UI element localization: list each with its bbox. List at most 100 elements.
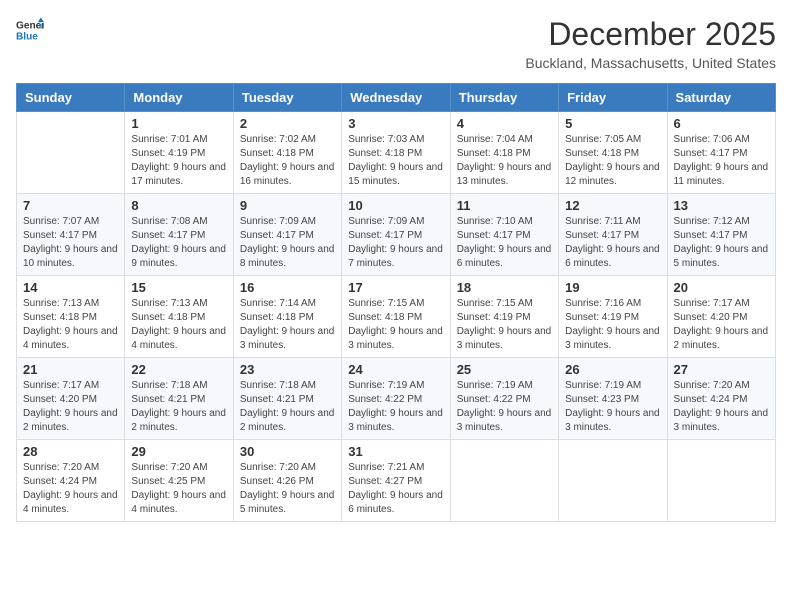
day-number: 19 [565,280,660,295]
day-number: 11 [457,198,552,213]
day-info: Sunrise: 7:09 AMSunset: 4:17 PMDaylight:… [240,215,335,271]
day-number: 17 [348,280,443,295]
day-number: 7 [23,198,118,213]
table-row: 14 Sunrise: 7:13 AMSunset: 4:18 PMDaylig… [17,276,125,358]
day-number: 28 [23,444,118,459]
day-info: Sunrise: 7:20 AMSunset: 4:25 PMDaylight:… [131,461,226,517]
day-number: 15 [131,280,226,295]
day-number: 20 [674,280,769,295]
table-row: 16 Sunrise: 7:14 AMSunset: 4:18 PMDaylig… [233,276,341,358]
day-number: 8 [131,198,226,213]
col-monday: Monday [125,84,233,112]
day-number: 4 [457,116,552,131]
day-number: 18 [457,280,552,295]
day-info: Sunrise: 7:17 AMSunset: 4:20 PMDaylight:… [23,379,118,435]
table-row: 30 Sunrise: 7:20 AMSunset: 4:26 PMDaylig… [233,440,341,522]
table-row: 21 Sunrise: 7:17 AMSunset: 4:20 PMDaylig… [17,358,125,440]
day-info: Sunrise: 7:15 AMSunset: 4:19 PMDaylight:… [457,297,552,353]
day-number: 3 [348,116,443,131]
col-thursday: Thursday [450,84,558,112]
table-row: 27 Sunrise: 7:20 AMSunset: 4:24 PMDaylig… [667,358,775,440]
table-row: 5 Sunrise: 7:05 AMSunset: 4:18 PMDayligh… [559,112,667,194]
calendar-week-row: 1 Sunrise: 7:01 AMSunset: 4:19 PMDayligh… [17,112,776,194]
day-number: 2 [240,116,335,131]
day-number: 25 [457,362,552,377]
day-number: 6 [674,116,769,131]
svg-text:Blue: Blue [16,31,38,42]
col-sunday: Sunday [17,84,125,112]
day-info: Sunrise: 7:08 AMSunset: 4:17 PMDaylight:… [131,215,226,271]
col-saturday: Saturday [667,84,775,112]
table-row: 31 Sunrise: 7:21 AMSunset: 4:27 PMDaylig… [342,440,450,522]
day-number: 10 [348,198,443,213]
day-info: Sunrise: 7:16 AMSunset: 4:19 PMDaylight:… [565,297,660,353]
logo: General Blue [16,16,44,44]
table-row: 1 Sunrise: 7:01 AMSunset: 4:19 PMDayligh… [125,112,233,194]
day-info: Sunrise: 7:19 AMSunset: 4:23 PMDaylight:… [565,379,660,435]
table-row: 20 Sunrise: 7:17 AMSunset: 4:20 PMDaylig… [667,276,775,358]
day-info: Sunrise: 7:20 AMSunset: 4:24 PMDaylight:… [674,379,769,435]
day-info: Sunrise: 7:19 AMSunset: 4:22 PMDaylight:… [348,379,443,435]
day-info: Sunrise: 7:13 AMSunset: 4:18 PMDaylight:… [131,297,226,353]
day-info: Sunrise: 7:20 AMSunset: 4:26 PMDaylight:… [240,461,335,517]
table-row: 10 Sunrise: 7:09 AMSunset: 4:17 PMDaylig… [342,194,450,276]
day-number: 24 [348,362,443,377]
table-row: 24 Sunrise: 7:19 AMSunset: 4:22 PMDaylig… [342,358,450,440]
day-number: 16 [240,280,335,295]
day-number: 31 [348,444,443,459]
table-row: 13 Sunrise: 7:12 AMSunset: 4:17 PMDaylig… [667,194,775,276]
day-number: 30 [240,444,335,459]
table-row: 23 Sunrise: 7:18 AMSunset: 4:21 PMDaylig… [233,358,341,440]
day-info: Sunrise: 7:03 AMSunset: 4:18 PMDaylight:… [348,133,443,189]
table-row: 12 Sunrise: 7:11 AMSunset: 4:17 PMDaylig… [559,194,667,276]
day-number: 1 [131,116,226,131]
calendar: Sunday Monday Tuesday Wednesday Thursday… [16,83,776,522]
calendar-week-row: 7 Sunrise: 7:07 AMSunset: 4:17 PMDayligh… [17,194,776,276]
day-number: 26 [565,362,660,377]
day-info: Sunrise: 7:21 AMSunset: 4:27 PMDaylight:… [348,461,443,517]
header: General Blue December 2025 Buckland, Mas… [16,16,776,71]
col-friday: Friday [559,84,667,112]
col-tuesday: Tuesday [233,84,341,112]
col-wednesday: Wednesday [342,84,450,112]
table-row: 25 Sunrise: 7:19 AMSunset: 4:22 PMDaylig… [450,358,558,440]
day-info: Sunrise: 7:15 AMSunset: 4:18 PMDaylight:… [348,297,443,353]
table-row: 19 Sunrise: 7:16 AMSunset: 4:19 PMDaylig… [559,276,667,358]
calendar-header-row: Sunday Monday Tuesday Wednesday Thursday… [17,84,776,112]
day-number: 12 [565,198,660,213]
day-info: Sunrise: 7:19 AMSunset: 4:22 PMDaylight:… [457,379,552,435]
table-row: 29 Sunrise: 7:20 AMSunset: 4:25 PMDaylig… [125,440,233,522]
table-row: 28 Sunrise: 7:20 AMSunset: 4:24 PMDaylig… [17,440,125,522]
day-info: Sunrise: 7:09 AMSunset: 4:17 PMDaylight:… [348,215,443,271]
calendar-week-row: 21 Sunrise: 7:17 AMSunset: 4:20 PMDaylig… [17,358,776,440]
day-info: Sunrise: 7:18 AMSunset: 4:21 PMDaylight:… [240,379,335,435]
table-row [559,440,667,522]
table-row: 15 Sunrise: 7:13 AMSunset: 4:18 PMDaylig… [125,276,233,358]
calendar-week-row: 14 Sunrise: 7:13 AMSunset: 4:18 PMDaylig… [17,276,776,358]
table-row [450,440,558,522]
day-number: 14 [23,280,118,295]
day-number: 23 [240,362,335,377]
table-row: 22 Sunrise: 7:18 AMSunset: 4:21 PMDaylig… [125,358,233,440]
table-row [17,112,125,194]
day-info: Sunrise: 7:02 AMSunset: 4:18 PMDaylight:… [240,133,335,189]
table-row: 18 Sunrise: 7:15 AMSunset: 4:19 PMDaylig… [450,276,558,358]
day-info: Sunrise: 7:18 AMSunset: 4:21 PMDaylight:… [131,379,226,435]
table-row: 6 Sunrise: 7:06 AMSunset: 4:17 PMDayligh… [667,112,775,194]
title-area: December 2025 Buckland, Massachusetts, U… [525,16,776,71]
day-info: Sunrise: 7:11 AMSunset: 4:17 PMDaylight:… [565,215,660,271]
table-row [667,440,775,522]
day-info: Sunrise: 7:07 AMSunset: 4:17 PMDaylight:… [23,215,118,271]
day-info: Sunrise: 7:10 AMSunset: 4:17 PMDaylight:… [457,215,552,271]
day-info: Sunrise: 7:06 AMSunset: 4:17 PMDaylight:… [674,133,769,189]
table-row: 2 Sunrise: 7:02 AMSunset: 4:18 PMDayligh… [233,112,341,194]
table-row: 9 Sunrise: 7:09 AMSunset: 4:17 PMDayligh… [233,194,341,276]
table-row: 11 Sunrise: 7:10 AMSunset: 4:17 PMDaylig… [450,194,558,276]
day-info: Sunrise: 7:04 AMSunset: 4:18 PMDaylight:… [457,133,552,189]
month-title: December 2025 [525,16,776,53]
day-number: 9 [240,198,335,213]
location-title: Buckland, Massachusetts, United States [525,55,776,71]
calendar-week-row: 28 Sunrise: 7:20 AMSunset: 4:24 PMDaylig… [17,440,776,522]
table-row: 26 Sunrise: 7:19 AMSunset: 4:23 PMDaylig… [559,358,667,440]
day-number: 27 [674,362,769,377]
